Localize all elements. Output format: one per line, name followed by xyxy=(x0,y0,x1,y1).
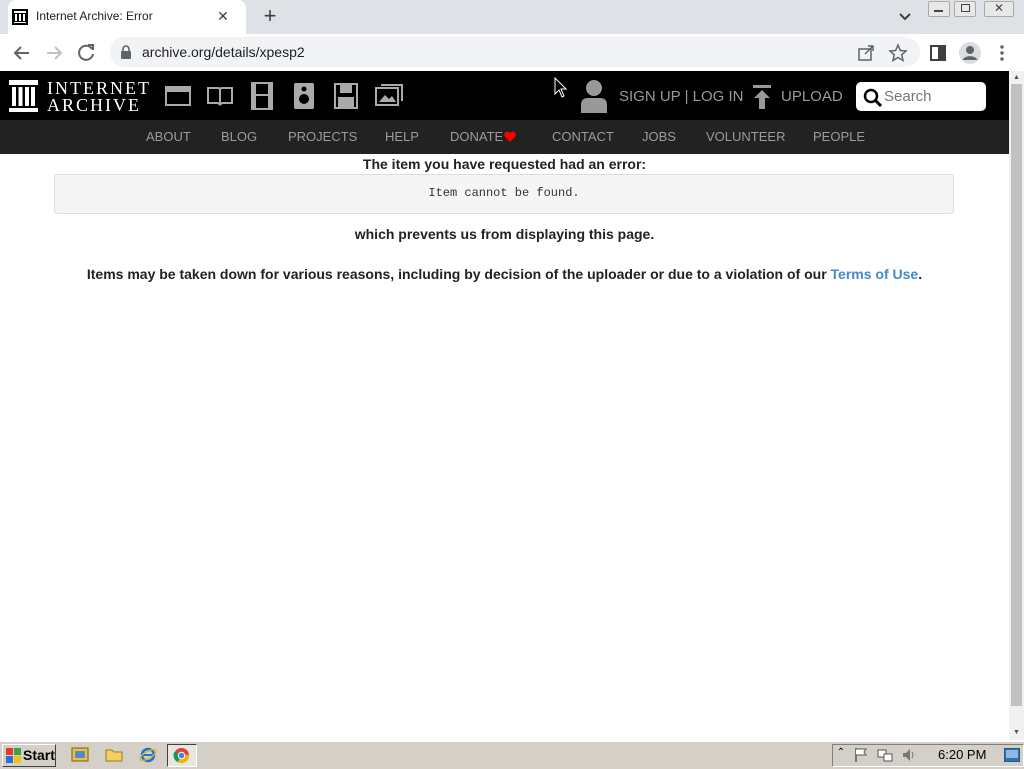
scroll-up-icon[interactable]: ▲ xyxy=(1011,73,1022,82)
nav-projects[interactable]: PROJECTS xyxy=(288,129,357,144)
tray-expand-icon[interactable]: ⌃ xyxy=(835,747,847,761)
back-icon[interactable] xyxy=(10,41,34,65)
nav-volunteer[interactable]: VOLUNTEER xyxy=(706,129,785,144)
archive-logo-icon[interactable] xyxy=(9,80,38,112)
user-icon[interactable] xyxy=(580,79,608,113)
bookmark-star-icon[interactable] xyxy=(888,43,908,63)
error-message: Item cannot be found. xyxy=(428,186,580,200)
close-window-button[interactable]: ✕ xyxy=(984,1,1014,17)
profile-avatar-icon[interactable] xyxy=(958,41,982,65)
tab-close-icon[interactable]: ✕ xyxy=(214,7,232,25)
internet-explorer-icon[interactable] xyxy=(139,746,157,764)
nav-help[interactable]: HELP xyxy=(385,129,419,144)
terms-of-use-link[interactable]: Terms of Use xyxy=(831,266,919,282)
start-button[interactable]: Start xyxy=(2,744,56,767)
url-text[interactable]: archive.org/details/xpesp2 xyxy=(142,44,305,60)
upload-link[interactable]: UPLOAD xyxy=(781,88,843,105)
takedown-period: . xyxy=(918,266,923,282)
tab-search-chevron-icon[interactable] xyxy=(894,6,916,28)
show-desktop-tray-icon[interactable] xyxy=(1004,748,1020,762)
tab-title: Internet Archive: Error xyxy=(36,9,153,23)
start-label: Start xyxy=(23,747,55,763)
side-panel-icon[interactable] xyxy=(928,43,948,63)
folder-icon[interactable] xyxy=(105,746,123,764)
forward-icon[interactable] xyxy=(42,41,66,65)
flag-icon[interactable] xyxy=(853,747,869,763)
audio-icon[interactable] xyxy=(292,82,316,110)
web-icon[interactable] xyxy=(165,84,191,108)
taskbar-chrome-button[interactable] xyxy=(167,744,197,767)
search-icon[interactable] xyxy=(863,88,883,108)
taskbar-clock[interactable]: 6:20 PM xyxy=(938,747,986,762)
windows-logo-icon xyxy=(6,748,21,763)
nav-about[interactable]: ABOUT xyxy=(146,129,191,144)
nav-donate[interactable]: DONATE xyxy=(450,129,503,144)
error-heading: The item you have requested had an error… xyxy=(362,156,647,172)
nav-contact[interactable]: CONTACT xyxy=(552,129,614,144)
show-desktop-icon[interactable] xyxy=(71,746,89,764)
new-tab-button[interactable]: + xyxy=(258,5,282,29)
reload-icon[interactable] xyxy=(74,41,98,65)
signup-login-link[interactable]: SIGN UP | LOG IN xyxy=(619,88,743,105)
share-icon[interactable] xyxy=(856,43,876,63)
archive-favicon-icon xyxy=(12,9,28,25)
search-input[interactable] xyxy=(884,88,980,105)
network-icon[interactable] xyxy=(877,747,893,763)
volume-icon[interactable] xyxy=(901,747,917,763)
minimize-button[interactable] xyxy=(928,1,950,17)
scrollbar-thumb[interactable] xyxy=(1011,84,1022,706)
upload-icon[interactable] xyxy=(752,84,772,110)
lock-icon[interactable] xyxy=(120,45,132,59)
nav-blog[interactable]: BLOG xyxy=(221,129,257,144)
chrome-icon xyxy=(173,747,190,764)
takedown-reason-text: Items may be taken down for various reas… xyxy=(86,266,831,282)
donate-heart-icon[interactable] xyxy=(504,131,516,142)
software-icon[interactable] xyxy=(334,82,358,110)
images-icon[interactable] xyxy=(375,84,403,108)
texts-icon[interactable] xyxy=(207,84,233,108)
prevents-text: which prevents us from displaying this p… xyxy=(354,226,655,242)
mouse-cursor-icon xyxy=(554,77,568,98)
restore-button[interactable] xyxy=(954,1,976,17)
menu-kebab-icon[interactable] xyxy=(994,43,1010,63)
scroll-down-icon[interactable]: ▼ xyxy=(1011,728,1022,737)
takedown-notice: Items may be taken down for various reas… xyxy=(0,266,1009,282)
nav-jobs[interactable]: JOBS xyxy=(642,129,676,144)
video-icon[interactable] xyxy=(250,82,274,110)
logo-text-archive[interactable]: ARCHIVE xyxy=(47,95,141,116)
nav-people[interactable]: PEOPLE xyxy=(813,129,865,144)
